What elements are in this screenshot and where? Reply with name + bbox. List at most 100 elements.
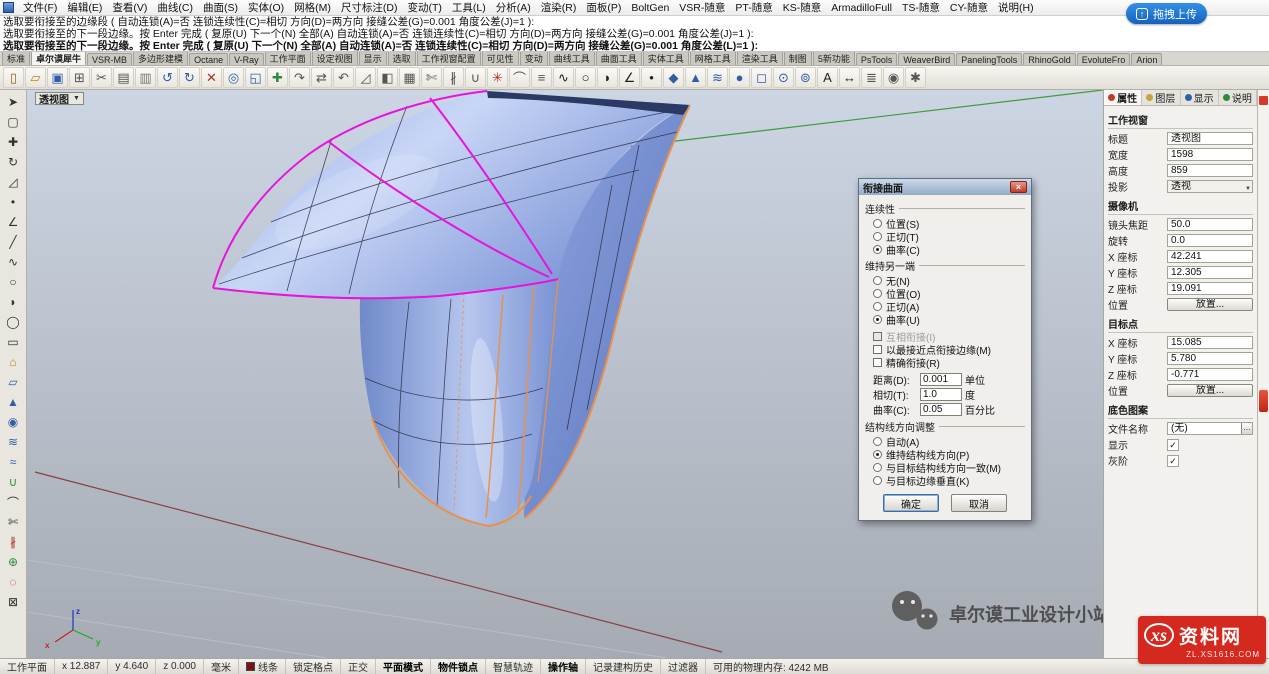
tolerance-input[interactable]: 1.0	[920, 388, 962, 401]
property-value[interactable]: ✓	[1167, 455, 1179, 467]
command-prompt[interactable]: 选取要衔接至的下一段边缘。按 Enter 完成 ( 复原(U) 下一个(N) 全…	[3, 40, 1266, 52]
ribbon-tab[interactable]: 曲线工具	[549, 52, 595, 65]
ribbon-tab[interactable]: PsTools	[856, 53, 898, 65]
pan-view-icon[interactable]: ✚	[267, 67, 288, 88]
tab-properties[interactable]: 属性	[1104, 90, 1142, 105]
print-icon[interactable]: ⊞	[69, 67, 90, 88]
ribbon-tab[interactable]: RhinoGold	[1023, 53, 1076, 65]
line-tool-icon[interactable]: ╱	[1, 232, 25, 252]
viewport-title-tab[interactable]: 透视图 ▼	[35, 92, 84, 105]
property-value[interactable]: 19.091	[1167, 282, 1253, 295]
menu-item[interactable]: 编辑(E)	[62, 0, 107, 15]
join-icon[interactable]: ∪	[465, 67, 486, 88]
menu-item[interactable]: 尺寸标注(D)	[336, 0, 403, 15]
property-value[interactable]: 5.780	[1167, 352, 1253, 365]
ribbon-tab[interactable]: 制图	[784, 52, 812, 65]
cplane-button[interactable]: 工作平面	[0, 659, 55, 674]
radio-option[interactable]: 曲率(U)	[865, 313, 1025, 326]
dimension-icon[interactable]: ↔	[839, 67, 860, 88]
upload-button[interactable]: ↑ 拖拽上传	[1126, 3, 1207, 24]
menu-item[interactable]: 分析(A)	[491, 0, 536, 15]
mirror-icon[interactable]: ◧	[377, 67, 398, 88]
rotate-icon[interactable]: ↶	[333, 67, 354, 88]
lock-tool-icon[interactable]: ⊠	[1, 592, 25, 612]
redo-icon[interactable]: ↻	[179, 67, 200, 88]
menu-item[interactable]: TS-随意	[897, 0, 945, 15]
menu-item[interactable]: 渲染(R)	[536, 0, 582, 15]
tolerance-input[interactable]: 0.001	[920, 373, 962, 386]
rotate-view-icon[interactable]: ↷	[289, 67, 310, 88]
property-value[interactable]: -0.771	[1167, 368, 1253, 381]
ribbon-tab[interactable]: PanelingTools	[956, 53, 1022, 65]
ribbon-tab[interactable]: 选取	[388, 52, 416, 65]
ellipse-tool-icon[interactable]: ◯	[1, 312, 25, 332]
radio-option[interactable]: 与目标边缘垂直(K)	[865, 474, 1025, 487]
torus-icon[interactable]: ⊚	[795, 67, 816, 88]
property-value[interactable]: 859	[1167, 164, 1253, 177]
boolean-tool-icon[interactable]: ∪	[1, 472, 25, 492]
ribbon-tab[interactable]: 网格工具	[690, 52, 736, 65]
ribbon-tab[interactable]: EvoluteFro	[1077, 53, 1131, 65]
status-toggle[interactable]: 过滤器	[661, 659, 706, 674]
save-icon[interactable]: ▣	[47, 67, 68, 88]
rotate-tool-icon[interactable]: ↻	[1, 152, 25, 172]
extrude-tool-icon[interactable]: ▲	[1, 392, 25, 412]
ribbon-tab[interactable]: 显示	[359, 52, 387, 65]
zoom-window-icon[interactable]: ◱	[245, 67, 266, 88]
property-value[interactable]: 1598	[1167, 148, 1253, 161]
revolve-tool-icon[interactable]: ◉	[1, 412, 25, 432]
rectangle-tool-icon[interactable]: ▭	[1, 332, 25, 352]
ribbon-tab[interactable]: 渲染工具	[737, 52, 783, 65]
cut-icon[interactable]: ✂	[91, 67, 112, 88]
ribbon-tab[interactable]: Arion	[1131, 53, 1162, 65]
delete-icon[interactable]: ✕	[201, 67, 222, 88]
menu-item[interactable]: 说明(H)	[993, 0, 1039, 15]
arc-tool-icon[interactable]: ◗	[1, 292, 25, 312]
menu-item[interactable]: BoltGen	[626, 2, 674, 14]
box-icon[interactable]: ◻	[751, 67, 772, 88]
property-value[interactable]: 0.0	[1167, 234, 1253, 247]
menu-item[interactable]: CY-随意	[945, 0, 993, 15]
point-tool-icon[interactable]: •	[1, 192, 25, 212]
property-value[interactable]: 透视	[1167, 180, 1253, 193]
arc-icon[interactable]: ◗	[597, 67, 618, 88]
surface-tool-icon[interactable]: ▱	[1, 372, 25, 392]
ribbon-tab[interactable]: VSR-MB	[87, 53, 132, 65]
ribbon-tab[interactable]: WeaverBird	[898, 53, 955, 65]
menu-item[interactable]: 曲线(C)	[152, 0, 198, 15]
trim-icon[interactable]: ✄	[421, 67, 442, 88]
ribbon-tab[interactable]: 工作视窗配置	[417, 52, 481, 65]
join-tool-icon[interactable]: ⊕	[1, 552, 25, 572]
loft-icon[interactable]: ≋	[707, 67, 728, 88]
curve-icon[interactable]: ∿	[553, 67, 574, 88]
menu-item[interactable]: 工具(L)	[447, 0, 491, 15]
scale-tool-icon[interactable]: ◿	[1, 172, 25, 192]
move-icon[interactable]: ⇄	[311, 67, 332, 88]
menu-item[interactable]: PT-随意	[730, 0, 777, 15]
menu-item[interactable]: 曲面(S)	[198, 0, 243, 15]
new-file-icon[interactable]: ▯	[3, 67, 24, 88]
layer-indicator[interactable]: 线条	[239, 659, 286, 674]
ribbon-tab[interactable]: 多边形建模	[133, 52, 188, 65]
ribbon-tab[interactable]: Octane	[189, 53, 228, 65]
property-value[interactable]: (无)	[1167, 422, 1253, 435]
menu-item[interactable]: 查看(V)	[107, 0, 152, 15]
ok-button[interactable]: 确定	[883, 494, 939, 512]
ribbon-tab[interactable]: 标准	[2, 52, 30, 65]
property-value[interactable]: ✓	[1167, 439, 1179, 451]
units-cell[interactable]: 毫米	[204, 659, 239, 674]
sweep-tool-icon[interactable]: ≋	[1, 432, 25, 452]
property-value[interactable]: 50.0	[1167, 218, 1253, 231]
command-history[interactable]: 选取要衔接至的边缘段 ( 自动连锁(A)=否 连锁连续性(C)=相切 方向(D)…	[0, 16, 1269, 52]
status-toggle[interactable]: 平面模式	[376, 659, 431, 674]
select-window-icon[interactable]: ▢	[1, 112, 25, 132]
ribbon-tab[interactable]: 5新功能	[813, 52, 855, 65]
paste-icon[interactable]: ▥	[135, 67, 156, 88]
offset-icon[interactable]: ≡	[531, 67, 552, 88]
menu-item[interactable]: ArmadilloFull	[826, 2, 897, 14]
ribbon-tab[interactable]: 实体工具	[643, 52, 689, 65]
extrude-icon[interactable]: ▲	[685, 67, 706, 88]
status-toggle[interactable]: 物件锁点	[431, 659, 486, 674]
menu-item[interactable]: 变动(T)	[403, 0, 447, 15]
layers-icon[interactable]: ≣	[861, 67, 882, 88]
